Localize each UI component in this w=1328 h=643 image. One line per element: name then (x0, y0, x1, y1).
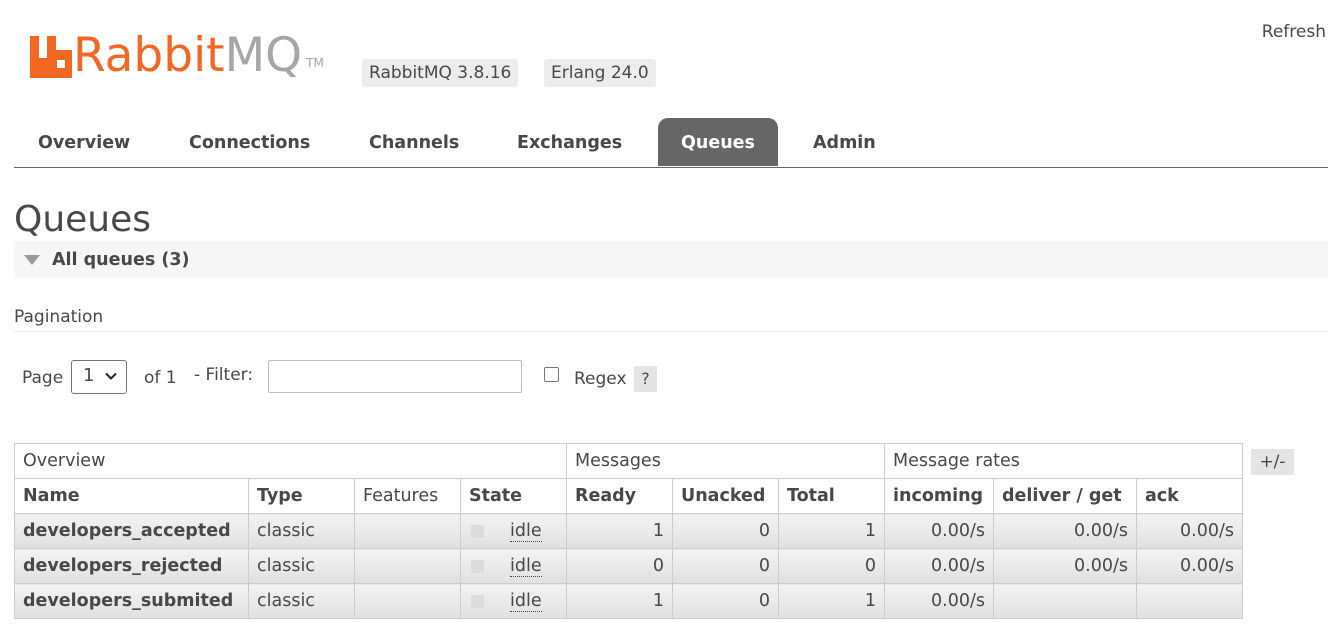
regex-label: Regex (574, 369, 627, 389)
messages-unacked: 0 (672, 513, 779, 549)
queue-state: idle (460, 513, 567, 549)
filter-input[interactable] (268, 360, 522, 393)
page-select-value: 1 (83, 365, 95, 386)
logo-wordmark: RabbitMQ (73, 30, 302, 82)
tab-exchanges[interactable]: Exchanges (494, 118, 645, 166)
col-unacked[interactable]: Unacked (672, 478, 779, 514)
rabbitmq-logo: RabbitMQ TM (30, 30, 324, 82)
column-group-row: Overview Messages Message rates (14, 443, 1243, 479)
col-name[interactable]: Name (14, 478, 249, 514)
column-header-row: Name Type Features State Ready Unacked T… (14, 478, 1243, 514)
columns-toggle-button[interactable]: +/- (1251, 449, 1294, 475)
state-label: idle (510, 590, 542, 612)
trademark-label: TM (306, 56, 324, 70)
state-indicator-icon (471, 559, 484, 573)
filter-label: - Filter: (194, 365, 254, 385)
rate-ack (1136, 583, 1243, 619)
col-state[interactable]: State (460, 478, 567, 514)
rabbitmq-logo-icon (30, 36, 72, 78)
page-select[interactable]: 1 (71, 360, 127, 394)
section-title: All queues (3) (52, 250, 190, 270)
group-messages: Messages (566, 443, 885, 479)
queue-type: classic (248, 583, 355, 619)
queue-state: idle (460, 548, 567, 584)
rate-deliver-get (993, 583, 1137, 619)
erlang-version-badge: Erlang 24.0 (544, 59, 656, 87)
state-label: idle (510, 555, 542, 577)
messages-total: 1 (778, 583, 885, 619)
tab-channels[interactable]: Channels (346, 118, 482, 166)
messages-ready: 1 (566, 583, 673, 619)
messages-ready: 1 (566, 513, 673, 549)
chevron-down-icon (105, 372, 117, 380)
col-ack[interactable]: ack (1136, 478, 1243, 514)
state-label: idle (510, 520, 542, 542)
logo-rabbit-text: Rabbit (73, 28, 225, 83)
tab-admin[interactable]: Admin (790, 118, 899, 166)
refresh-link[interactable]: Refresh (1262, 22, 1326, 42)
pagination-heading: Pagination (14, 307, 104, 327)
messages-total: 0 (778, 548, 885, 584)
col-features[interactable]: Features (354, 478, 461, 514)
main-nav: Overview Connections Channels Exchanges … (14, 118, 1328, 168)
queue-name-link[interactable]: developers_rejected (14, 548, 249, 584)
col-total[interactable]: Total (778, 478, 885, 514)
page-count-label: of 1 (144, 368, 177, 388)
queue-type: classic (248, 548, 355, 584)
rate-incoming: 0.00/s (884, 548, 994, 584)
table-row[interactable]: developers_submited classic idle 1 0 1 0… (14, 583, 1243, 619)
tab-overview[interactable]: Overview (15, 118, 153, 166)
group-overview: Overview (14, 443, 567, 479)
messages-ready: 0 (566, 548, 673, 584)
messages-unacked: 0 (672, 583, 779, 619)
messages-unacked: 0 (672, 548, 779, 584)
queue-features (354, 583, 461, 619)
rate-incoming: 0.00/s (884, 583, 994, 619)
page-label: Page (22, 368, 64, 388)
col-type[interactable]: Type (248, 478, 355, 514)
rate-incoming: 0.00/s (884, 513, 994, 549)
rabbitmq-version-badge: RabbitMQ 3.8.16 (362, 59, 519, 87)
rate-ack: 0.00/s (1136, 513, 1243, 549)
queue-state: idle (460, 583, 567, 619)
collapse-arrow-icon (24, 255, 40, 265)
table-row[interactable]: developers_rejected classic idle 0 0 0 0… (14, 548, 1243, 584)
queue-type: classic (248, 513, 355, 549)
group-message-rates: Message rates (884, 443, 1243, 479)
regex-help-button[interactable]: ? (634, 366, 657, 392)
all-queues-section-toggle[interactable]: All queues (3) (14, 241, 1328, 278)
tab-connections[interactable]: Connections (166, 118, 333, 166)
col-deliver-get[interactable]: deliver / get (993, 478, 1137, 514)
tab-queues[interactable]: Queues (658, 118, 778, 166)
col-ready[interactable]: Ready (566, 478, 673, 514)
col-incoming[interactable]: incoming (884, 478, 994, 514)
regex-checkbox[interactable] (544, 367, 559, 382)
table-row[interactable]: developers_accepted classic idle 1 0 1 0… (14, 513, 1243, 549)
pagination-divider (14, 331, 1328, 332)
queue-features (354, 548, 461, 584)
rate-deliver-get: 0.00/s (993, 548, 1137, 584)
messages-total: 1 (778, 513, 885, 549)
state-indicator-icon (471, 594, 484, 608)
page-title: Queues (14, 199, 152, 240)
queue-features (354, 513, 461, 549)
state-indicator-icon (471, 524, 484, 538)
queue-name-link[interactable]: developers_submited (14, 583, 249, 619)
queue-name-link[interactable]: developers_accepted (14, 513, 249, 549)
rate-deliver-get: 0.00/s (993, 513, 1137, 549)
queues-table: Overview Messages Message rates Name Typ… (14, 443, 1243, 619)
logo-mq-text: MQ (224, 28, 303, 83)
rate-ack: 0.00/s (1136, 548, 1243, 584)
